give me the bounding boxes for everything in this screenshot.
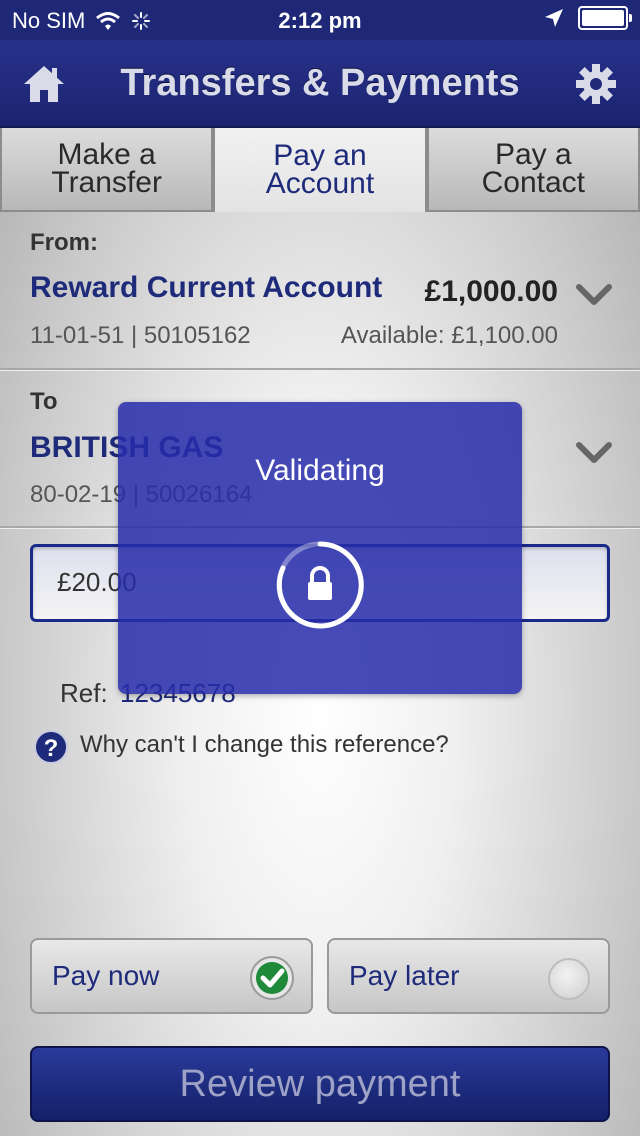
to-label: To — [30, 388, 58, 415]
lock-icon — [276, 541, 364, 629]
nav-bar: Transfers & Payments — [0, 40, 640, 128]
status-right — [544, 6, 632, 30]
reference-label: Ref: — [60, 678, 108, 708]
from-account-name[interactable]: Reward Current Account — [30, 271, 382, 305]
checkmark-icon — [250, 956, 294, 1000]
overlay-title: Validating — [255, 454, 385, 487]
pay-later-label: Pay later — [349, 960, 460, 991]
question-icon[interactable]: ? — [34, 730, 68, 764]
pay-now-option[interactable]: Pay now — [30, 938, 313, 1014]
location-arrow-icon — [545, 9, 563, 27]
pay-now-label: Pay now — [52, 960, 160, 991]
page-title: Transfers & Payments — [120, 62, 520, 104]
chevron-down-icon[interactable] — [576, 442, 612, 464]
tab-bar: Make a Transfer Pay an Account Pay a Con… — [0, 128, 640, 212]
radio-unselected-icon — [548, 958, 590, 1000]
tab-label-line1: Pay a — [494, 138, 572, 171]
pay-later-option[interactable]: Pay later — [327, 938, 610, 1014]
account-balance: £1,000.00 — [424, 275, 558, 308]
tab-make-transfer[interactable]: Make a Transfer — [0, 128, 214, 212]
tab-pay-account[interactable]: Pay an Account — [213, 128, 427, 212]
tab-label-line2: Contact — [481, 166, 586, 199]
reference-help-link[interactable]: Why can't I change this reference? — [80, 731, 449, 759]
battery-icon — [578, 6, 632, 30]
from-account-details: 11-01-51 | 50105162 — [30, 322, 251, 349]
validating-overlay: Validating — [118, 402, 522, 694]
tab-label-line1: Make a — [57, 138, 156, 171]
tab-pay-contact[interactable]: Pay a Contact — [426, 128, 640, 212]
status-bar: No SIM 2:12 pm — [0, 0, 640, 40]
review-payment-button[interactable]: Review payment — [30, 1046, 610, 1122]
tab-label-line2: Account — [265, 167, 375, 200]
available-balance: Available: £1,100.00 — [340, 322, 558, 349]
tab-label-line2: Transfer — [51, 166, 162, 199]
gear-icon[interactable] — [574, 62, 618, 106]
from-label: From: — [30, 229, 98, 256]
chevron-down-icon[interactable] — [576, 284, 612, 306]
divider — [0, 368, 640, 370]
tab-label-line1: Pay an — [273, 139, 367, 172]
